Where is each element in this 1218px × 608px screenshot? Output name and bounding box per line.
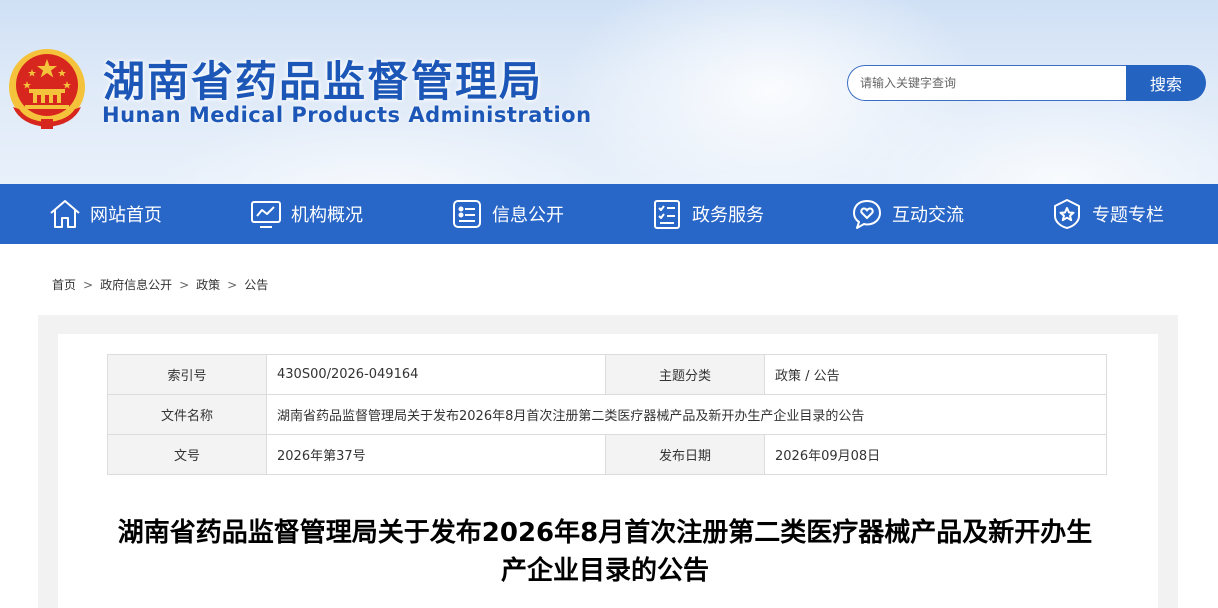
- breadcrumb-home[interactable]: 首页: [52, 278, 76, 292]
- breadcrumb-notice[interactable]: 公告: [244, 278, 268, 292]
- document-list-icon: [453, 200, 481, 228]
- category-value: 政策 / 公告: [764, 354, 1107, 395]
- main-nav: 网站首页 机构概况 信息公开 政务服务 互动交流 专题专栏: [0, 184, 1218, 244]
- nav-item-interaction[interactable]: 互动交流: [850, 184, 964, 244]
- index-value: 430S00/2026-049164: [266, 354, 606, 395]
- article-title: 湖南省药品监督管理局关于发布2026年8月首次注册第二类医疗器械产品及新开办生 …: [100, 514, 1110, 590]
- category-label: 主题分类: [605, 354, 765, 395]
- nav-item-info[interactable]: 信息公开: [450, 184, 564, 244]
- national-emblem-icon: [9, 49, 85, 129]
- nav-item-label: 政务服务: [692, 205, 764, 226]
- article-title-line: 产企业目录的公告: [500, 556, 709, 586]
- checklist-icon: [654, 200, 680, 229]
- date-label: 发布日期: [605, 434, 765, 475]
- search-button[interactable]: 搜索: [1126, 65, 1206, 101]
- breadcrumb-separator: >: [179, 278, 190, 292]
- search-box: 搜索: [847, 65, 1206, 101]
- nav-item-services[interactable]: 政务服务: [650, 184, 764, 244]
- nav-item-label: 专题专栏: [1092, 205, 1164, 226]
- badge-star-icon: [1054, 199, 1080, 229]
- nav-item-label: 网站首页: [90, 205, 162, 226]
- document-meta-table: 索引号 430S00/2026-049164 主题分类 政策 / 公告 文件名称…: [107, 354, 1107, 475]
- nav-item-label: 信息公开: [492, 205, 564, 226]
- search-input[interactable]: [847, 65, 1127, 101]
- breadcrumb: 首页 > 政府信息公开 > 政策 > 公告: [52, 276, 268, 293]
- nav-item-topics[interactable]: 专题专栏: [1050, 184, 1164, 244]
- article-title-line: 湖南省药品监督管理局关于发布2026年8月首次注册第二类医疗器械产品及新开办生: [117, 518, 1093, 548]
- nav-item-about[interactable]: 机构概况: [249, 184, 363, 244]
- breadcrumb-separator: >: [227, 278, 238, 292]
- site-title-english: Hunan Medical Products Administration: [102, 103, 592, 127]
- chat-heart-icon: [853, 200, 881, 229]
- table-row: 索引号 430S00/2026-049164 主题分类 政策 / 公告: [107, 354, 1107, 395]
- breadcrumb-separator: >: [83, 278, 94, 292]
- nav-item-label: 互动交流: [892, 205, 964, 226]
- docno-value: 2026年第37号: [266, 434, 606, 475]
- table-row: 文号 2026年第37号 发布日期 2026年09月08日: [107, 434, 1107, 475]
- index-label: 索引号: [107, 354, 267, 395]
- monitor-chart-icon: [251, 201, 281, 228]
- home-icon: [50, 200, 80, 228]
- site-header: 湖南省药品监督管理局 Hunan Medical Products Admini…: [0, 0, 1218, 184]
- site-title-chinese: 湖南省药品监督管理局: [103, 57, 544, 106]
- table-row: 文件名称 湖南省药品监督管理局关于发布2026年8月首次注册第二类医疗器械产品及…: [107, 394, 1107, 435]
- date-value: 2026年09月08日: [764, 434, 1107, 475]
- breadcrumb-gov-info[interactable]: 政府信息公开: [100, 278, 172, 292]
- docno-label: 文号: [107, 434, 267, 475]
- nav-item-home[interactable]: 网站首页: [48, 184, 162, 244]
- breadcrumb-policy[interactable]: 政策: [196, 278, 220, 292]
- filename-value: 湖南省药品监督管理局关于发布2026年8月首次注册第二类医疗器械产品及新开办生产…: [266, 394, 1107, 435]
- nav-item-label: 机构概况: [291, 205, 363, 226]
- filename-label: 文件名称: [107, 394, 267, 435]
